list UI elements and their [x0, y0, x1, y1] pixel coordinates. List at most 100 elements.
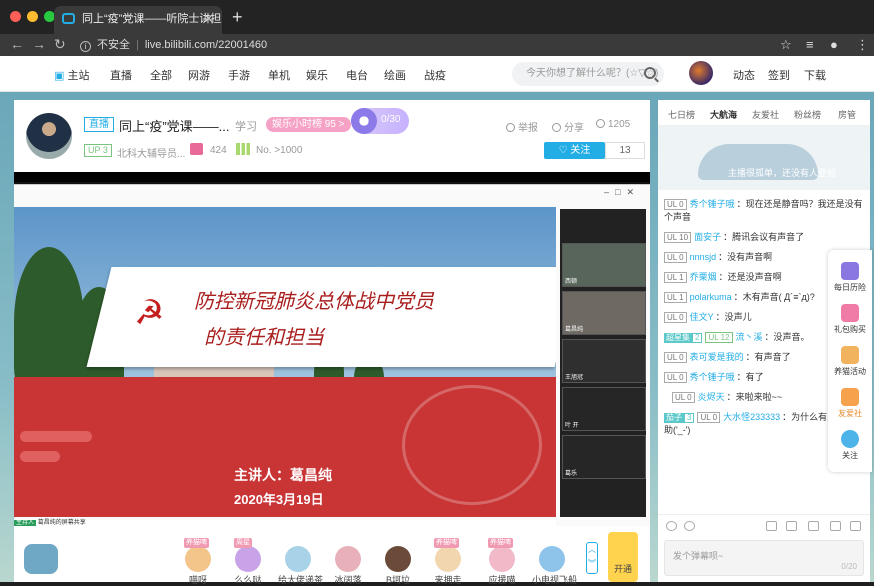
tab-admins[interactable]: 房管	[838, 108, 856, 121]
more-icon[interactable]	[850, 521, 861, 531]
star-icon[interactable]: ☆	[780, 37, 792, 53]
gift-item[interactable]: 养猫啤 来拥走	[428, 532, 468, 586]
gift-item[interactable]: 小电视飞船	[532, 532, 577, 586]
dynamic-link[interactable]: 动态	[733, 67, 755, 83]
back-icon[interactable]: ←	[10, 36, 24, 52]
guard-banner: 主播很孤单，还没有人登船	[658, 126, 870, 190]
nav-all[interactable]: 全部	[150, 67, 172, 83]
gift-item[interactable]: 周星 么么哒	[228, 532, 268, 586]
cat-event-item[interactable]: 养猫活动	[828, 346, 872, 377]
browser-tab[interactable]: 同上“疫”党课——听院士讲担当 ✕	[54, 6, 222, 34]
slide: ☭ 防控新冠肺炎总体战中党员 的责任和担当 主讲人：葛昌纯 2020年3月19日	[14, 207, 556, 517]
nav-single-player[interactable]: 单机	[268, 67, 290, 83]
danmaku-input[interactable]: 发个弹幕呗~ 0/20	[664, 540, 864, 576]
participant-video[interactable]: 葛昌纯	[562, 291, 646, 335]
hour-rank-badge[interactable]: 娱乐小时榜 95 >	[266, 117, 351, 132]
url-text: live.bilibili.com/22001460	[144, 39, 268, 51]
live-player[interactable]: –□✕ ☭ 防控新冠肺炎总体战中党员 的责任和担当 主讲人：葛昌纯 2020年3…	[14, 172, 650, 527]
nav-radio[interactable]: 电台	[346, 67, 368, 83]
live-badge: 直播	[84, 117, 114, 132]
room-category[interactable]: 学习	[235, 118, 257, 134]
guard-mascot-icon	[351, 108, 377, 134]
guard-banner-text: 主播很孤单，还没有人登船	[728, 168, 837, 178]
participant-label: 叶 开	[565, 423, 579, 429]
participant-label: 葛乐	[565, 471, 578, 477]
home-link[interactable]: ▣ 主站	[54, 67, 89, 83]
people-icon	[596, 119, 605, 128]
gift-pack-item[interactable]: 礼包购买	[828, 304, 872, 335]
checkin-link[interactable]: 签到	[768, 67, 790, 83]
window-controls	[10, 11, 55, 22]
kiss-gift-icon	[235, 546, 261, 572]
menu-icon[interactable]: ⋮	[856, 37, 869, 53]
tab-fans[interactable]: 粉丝榜	[794, 108, 821, 121]
gift-item[interactable]: 冰阔落	[328, 532, 368, 586]
gift-item[interactable]: 养猫啤 喵呀	[178, 532, 218, 586]
daily-adventure-item[interactable]: 每日历险	[828, 262, 872, 293]
search-placeholder: 今天你想了解什么呢？(☆▽☆)	[526, 68, 659, 79]
tab-close-icon[interactable]: ✕	[203, 6, 214, 32]
shared-window: –□✕ ☭ 防控新冠肺炎总体战中党员 的责任和担当 主讲人：葛昌纯 2020年3…	[14, 184, 650, 527]
report-button[interactable]: 举报	[506, 119, 538, 134]
cat-gift-icon	[185, 546, 211, 572]
input-placeholder: 发个弹幕呗~	[673, 551, 724, 561]
anchor-avatar[interactable]	[26, 113, 72, 159]
nav-fight-epidemic[interactable]: 战疫	[424, 67, 446, 83]
download-link[interactable]: 下载	[804, 67, 826, 83]
follow-button[interactable]: ♡ 关注	[544, 142, 605, 159]
search-input[interactable]: 今天你想了解什么呢？(☆▽☆)	[512, 62, 664, 86]
minimize-window-button[interactable]	[27, 11, 38, 22]
gift-item[interactable]: B坷垃	[378, 532, 418, 586]
gift-bar: 养猫啤 喵呀 周星 么么哒 给大佬递茶 冰阔落 B坷垃 养猫啤 来拥走 养猫啤 应援喵 …	[14, 526, 650, 585]
tab-friendship[interactable]: 友爱社	[752, 108, 779, 121]
anchor-name[interactable]: 北科大辅导员...	[117, 145, 185, 160]
nav-online-games[interactable]: 网游	[188, 67, 210, 83]
address-bar: ← → ↻ i 不安全 | live.bilibili.com/22001460 ☆ …	[0, 34, 874, 56]
profile-icon[interactable]: ●	[830, 37, 838, 52]
guard-progress[interactable]: 0/30	[351, 108, 409, 134]
friendship-club-item[interactable]: 友爱社	[828, 388, 872, 419]
browser-tabbar: 同上“疫”党课——听院士讲担当 ✕ +	[0, 0, 874, 34]
nav-entertainment[interactable]: 娱乐	[306, 67, 328, 83]
participant-video[interactable]: 叶 开	[562, 387, 646, 431]
info-icon[interactable]: i	[80, 41, 91, 52]
bkela-gift-icon	[385, 546, 411, 572]
participant-video[interactable]: 王旭冠	[562, 339, 646, 383]
settings-icon[interactable]	[766, 521, 777, 531]
up-level-badge: UP 3	[84, 144, 112, 157]
open-guard-button[interactable]: 开通	[608, 532, 638, 582]
forward-icon[interactable]: →	[32, 36, 46, 52]
emoji-icon[interactable]	[666, 521, 677, 531]
url-field[interactable]: i 不安全 | live.bilibili.com/22001460	[80, 34, 267, 56]
nav-mobile-games[interactable]: 手游	[228, 67, 250, 83]
follow-item[interactable]: 关注	[828, 430, 872, 461]
nav-live[interactable]: 直播	[110, 67, 132, 83]
share-icon	[552, 123, 561, 132]
palette-icon[interactable]	[684, 521, 695, 531]
mascot-icon[interactable]	[24, 544, 58, 574]
nav-drawing[interactable]: 绘画	[384, 67, 406, 83]
rank-bar-icon	[236, 143, 250, 155]
bilibili-tv-icon	[62, 13, 75, 24]
tab-guard[interactable]: 大航海	[710, 108, 737, 121]
cat-icon	[841, 346, 859, 364]
new-tab-button[interactable]: +	[232, 7, 243, 28]
danmaku-icon[interactable]	[808, 521, 819, 531]
media-icon[interactable]: ≡	[806, 37, 814, 52]
gift-item[interactable]: 养猫啤 应援喵	[482, 532, 522, 586]
participant-video[interactable]: 西顿	[562, 243, 646, 287]
user-avatar[interactable]	[689, 61, 713, 85]
gift-expand-button[interactable]: ︿ ︾	[586, 542, 598, 574]
share-button[interactable]: 分享	[552, 119, 584, 134]
screen-icon[interactable]	[786, 521, 797, 531]
gift-icon	[190, 143, 203, 155]
fullscreen-icon[interactable]	[830, 521, 841, 531]
search-icon[interactable]	[644, 67, 656, 79]
gift-item[interactable]: 给大佬递茶	[278, 532, 323, 586]
participant-video[interactable]: 葛乐	[562, 435, 646, 479]
tab-weekly[interactable]: 七日榜	[668, 108, 695, 121]
tab-title: 同上“疫”党课——听院士讲担当	[82, 13, 222, 25]
close-window-button[interactable]	[10, 11, 21, 22]
room-title: 同上“疫”党课——...	[119, 119, 230, 134]
reload-icon[interactable]: ↻	[54, 36, 66, 53]
